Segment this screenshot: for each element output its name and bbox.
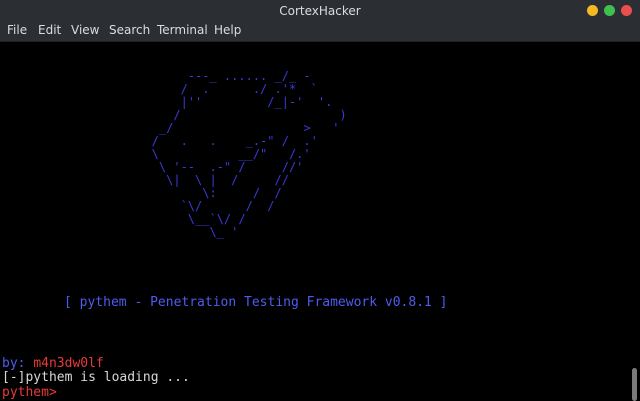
author-name: m4n3dw0lf <box>33 355 104 371</box>
scrollbar-thumb[interactable] <box>632 368 637 401</box>
scrollbar[interactable] <box>630 42 640 401</box>
menu-file[interactable]: File <box>7 23 27 38</box>
framework-banner: [ pythem - Penetration Testing Framework… <box>64 295 448 310</box>
menu-search[interactable]: Search <box>109 23 150 38</box>
author-label: by: <box>2 355 26 371</box>
author-line: by: m4n3dw0lf <box>2 340 104 371</box>
title-bar[interactable]: CortexHacker <box>0 0 640 20</box>
menu-terminal[interactable]: Terminal <box>157 23 208 38</box>
ascii-logo: ---_ ...... _/_ - / . ./ .'* ` |'' /_|-'… <box>130 70 390 250</box>
terminal-output[interactable]: ---_ ...... _/_ - / . ./ .'* ` |'' /_|-'… <box>0 42 630 401</box>
menu-edit[interactable]: Edit <box>38 23 61 38</box>
menu-help[interactable]: Help <box>214 23 241 38</box>
loading-status: [-]pythem is loading ... <box>2 370 190 385</box>
window-title: CortexHacker <box>279 4 361 18</box>
ascii-line: \_ ' <box>130 225 239 239</box>
command-prompt[interactable]: pythem> <box>2 385 57 401</box>
close-button[interactable] <box>621 5 632 16</box>
menu-bar: File Edit View Search Terminal Help <box>0 20 640 42</box>
minimize-button[interactable] <box>587 5 598 16</box>
menu-view[interactable]: View <box>71 23 99 38</box>
maximize-button[interactable] <box>604 5 615 16</box>
terminal-window: CortexHacker File Edit View Search Termi… <box>0 0 640 401</box>
